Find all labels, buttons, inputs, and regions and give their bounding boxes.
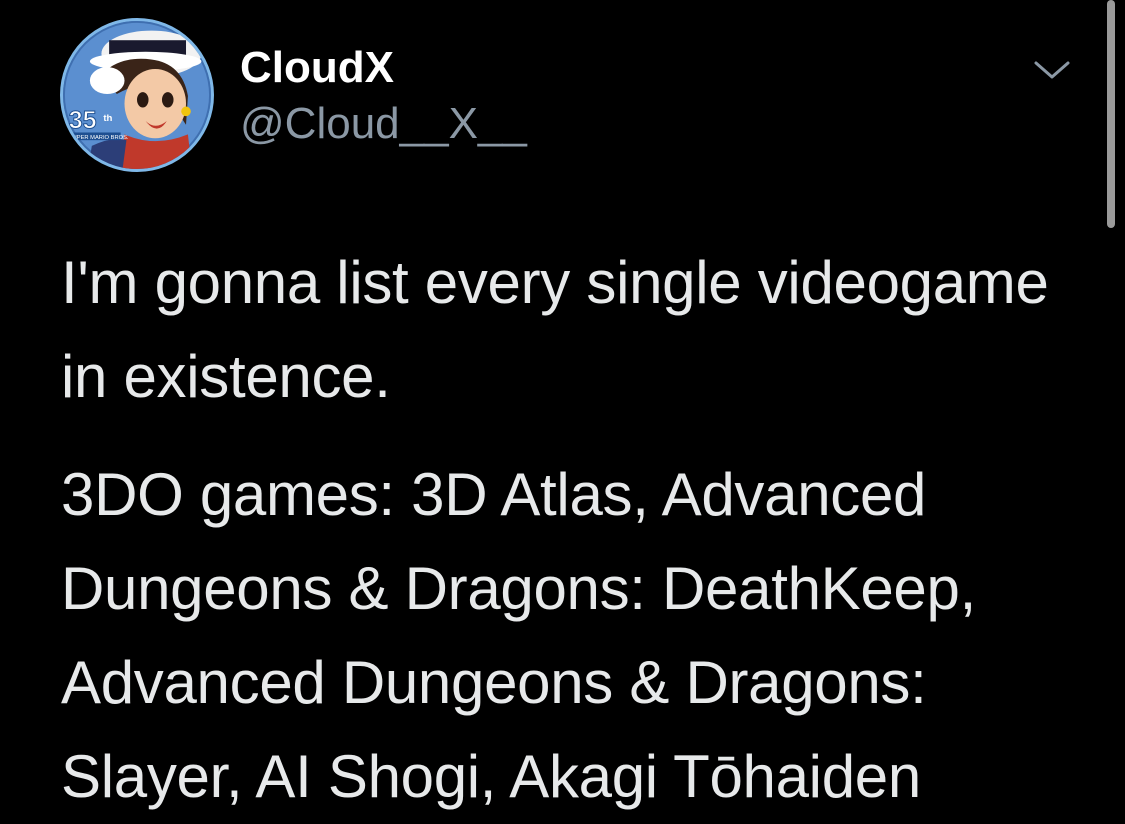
avatar[interactable]: 35 th SUPER MARIO BROS.	[60, 18, 214, 172]
svg-text:th: th	[103, 113, 112, 124]
display-name[interactable]: CloudX	[240, 42, 394, 94]
tweet-paragraph: I'm gonna list every single videogame in…	[61, 249, 1049, 410]
avatar-image: 35 th SUPER MARIO BROS.	[63, 21, 211, 169]
svg-text:SUPER MARIO BROS.: SUPER MARIO BROS.	[69, 135, 129, 141]
svg-text:35: 35	[69, 107, 97, 135]
tweet: 35 th SUPER MARIO BROS. CloudX @Cloud__X…	[0, 0, 1125, 810]
more-options-button[interactable]	[1028, 50, 1076, 90]
handle[interactable]: @Cloud__X__	[240, 98, 527, 150]
scrollbar-thumb[interactable]	[1107, 0, 1115, 228]
tweet-text: I'm gonna list every single videogame in…	[61, 236, 1091, 824]
chevron-down-icon	[1034, 61, 1070, 79]
scrollbar[interactable]	[1104, 0, 1118, 232]
tweet-paragraph: 3DO games: 3D Atlas, Advanced Dungeons &…	[61, 461, 976, 810]
